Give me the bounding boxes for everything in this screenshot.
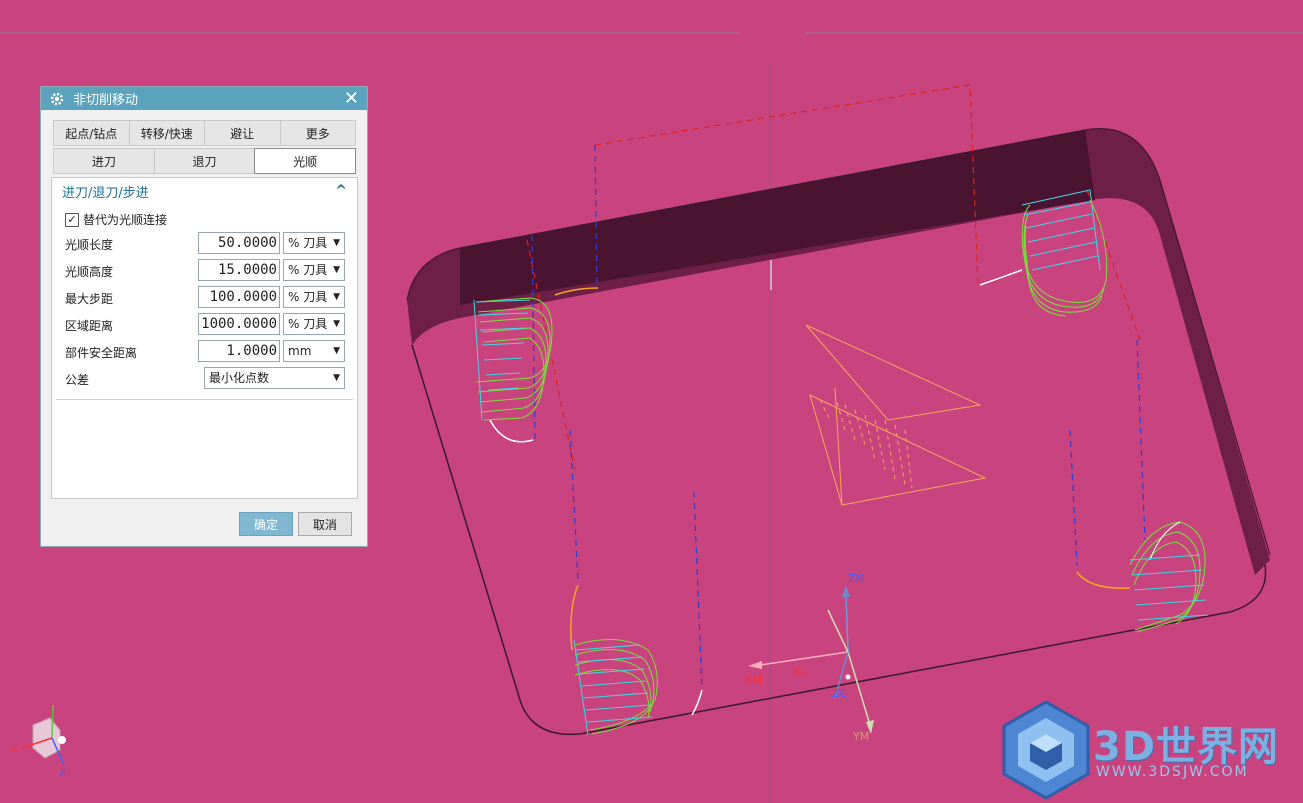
view-triad[interactable]: X Z: [11, 704, 66, 779]
region-distance-unit-dropdown[interactable]: % 刀具 ▼: [283, 313, 345, 335]
smooth-height-unit-dropdown[interactable]: % 刀具 ▼: [283, 259, 345, 281]
field-row: 区域距离 1000.0000 % 刀具 ▼: [52, 313, 357, 337]
smooth-length-input[interactable]: 50.0000: [198, 232, 280, 254]
ok-button[interactable]: 确定: [239, 512, 293, 536]
smooth-length-unit-dropdown[interactable]: % 刀具 ▼: [283, 232, 345, 254]
cube-logo-icon: [1002, 700, 1090, 800]
section-divider: [56, 399, 353, 400]
chevron-down-icon: ▼: [333, 373, 340, 383]
close-icon[interactable]: ✕: [344, 89, 359, 108]
tolerance-row: 公差 最小化点数 ▼: [52, 367, 357, 391]
corner-toolpath-top-left: [473, 297, 553, 421]
unit-value: % 刀具: [288, 236, 328, 250]
center-wireframe: [805, 324, 987, 506]
tab-bar: 起点/钻点 转移/快速 避让 更多 进刀 退刀 光顺: [53, 120, 357, 174]
field-label: 部件安全距离: [65, 346, 138, 360]
tolerance-dropdown[interactable]: 最小化点数 ▼: [204, 367, 345, 389]
field-row: 部件安全距离 1.0000 mm ▼: [52, 340, 357, 364]
watermark-url: WWW.3DSJW.COM: [1096, 764, 1249, 780]
axis-label-zm: ZM: [848, 572, 865, 585]
corner-toolpath-bottom-left: [573, 639, 658, 736]
chevron-down-icon: ▼: [333, 265, 340, 275]
tab-smoothing[interactable]: 光顺: [254, 148, 357, 174]
tolerance-value: 最小化点数: [209, 371, 270, 385]
unit-value: % 刀具: [288, 290, 328, 304]
axis-label-ym: YM: [852, 730, 869, 743]
corner-toolpath-bottom-right: [1129, 521, 1209, 633]
chevron-down-icon: ▼: [333, 292, 340, 302]
pocket-floor-outline: [411, 344, 1267, 736]
checkbox-label: 替代为光顺连接: [83, 213, 168, 227]
section-title: 进刀/退刀/步进: [62, 185, 149, 201]
smooth-height-input[interactable]: 15.0000: [198, 259, 280, 281]
watermark: 3D世界网 WWW.3DSJW.COM: [1000, 700, 1300, 800]
triad-label-z: Z: [59, 768, 66, 779]
smoothing-panel: 进刀/退刀/步进 ^ ✓ 替代为光顺连接 光顺长度 50.0000 % 刀具 ▼ …: [51, 177, 358, 499]
field-label: 区域距离: [65, 319, 114, 333]
chevron-down-icon: ▼: [333, 319, 340, 329]
gear-icon: [50, 92, 64, 105]
cancel-button[interactable]: 取消: [298, 512, 352, 536]
tolerance-label: 公差: [65, 373, 90, 387]
region-distance-input[interactable]: 1000.0000: [198, 313, 280, 335]
dialog-title: 非切削移动: [73, 93, 139, 108]
axis-label-xc: XC: [793, 665, 808, 678]
wcs-axes[interactable]: ZM XM XC ZC YM: [745, 572, 874, 743]
field-label: 光顺长度: [65, 238, 114, 252]
field-row: 最大步距 100.0000 % 刀具 ▼: [52, 286, 357, 310]
unit-value: % 刀具: [288, 317, 328, 331]
replace-with-smooth-checkbox[interactable]: ✓: [65, 213, 79, 227]
dialog-titlebar[interactable]: 非切削移动 ✕: [41, 87, 367, 110]
field-label: 光顺高度: [65, 265, 114, 279]
max-stepover-input[interactable]: 100.0000: [198, 286, 280, 308]
tab-engage[interactable]: 进刀: [53, 148, 155, 174]
chevron-down-icon: ▼: [333, 346, 340, 356]
non-cutting-moves-dialog: 非切削移动 ✕ 起点/钻点 转移/快速 避让 更多 进刀 退刀 光顺 进刀/退刀…: [40, 86, 368, 547]
part-safe-clearance-input[interactable]: 1.0000: [198, 340, 280, 362]
field-label: 最大步距: [65, 292, 114, 306]
tab-start-drill-point[interactable]: 起点/钻点: [53, 120, 130, 146]
triad-label-x: X: [11, 744, 18, 755]
field-row: 光顺高度 15.0000 % 刀具 ▼: [52, 259, 357, 283]
axis-label-xm: XM: [745, 673, 762, 686]
section-header[interactable]: 进刀/退刀/步进 ^: [52, 178, 357, 204]
tab-transfer-rapid[interactable]: 转移/快速: [128, 120, 205, 146]
unit-value: mm: [288, 344, 312, 358]
tab-avoidance[interactable]: 避让: [204, 120, 281, 146]
field-row: 光顺长度 50.0000 % 刀具 ▼: [52, 232, 357, 256]
part-safe-clearance-unit-dropdown[interactable]: mm ▼: [283, 340, 345, 362]
tab-more[interactable]: 更多: [279, 120, 356, 146]
unit-value: % 刀具: [288, 263, 328, 277]
chevron-up-icon[interactable]: ^: [335, 183, 347, 199]
axis-label-zc: ZC: [832, 687, 848, 700]
max-stepover-unit-dropdown[interactable]: % 刀具 ▼: [283, 286, 345, 308]
chevron-down-icon: ▼: [333, 238, 340, 248]
tab-retract[interactable]: 退刀: [153, 148, 256, 174]
